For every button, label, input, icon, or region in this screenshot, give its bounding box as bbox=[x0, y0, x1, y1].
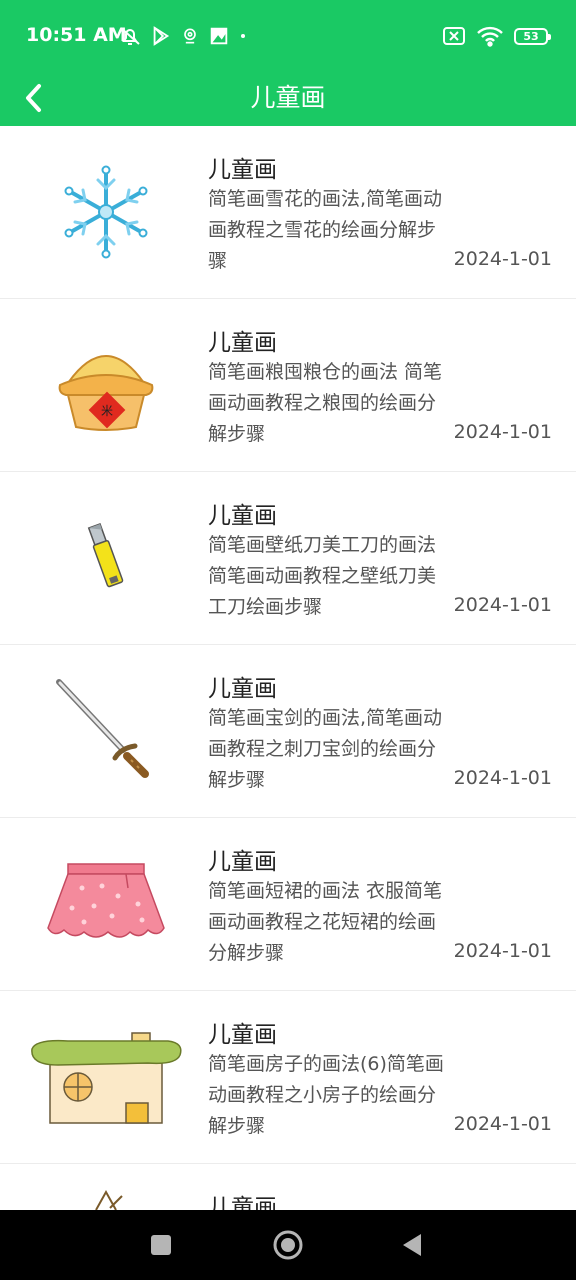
list-item[interactable]: 儿童画 简笔画雪花的画法,简笔画动画教程之雪花的绘画分解步骤 2024-1-01 bbox=[0, 126, 576, 299]
item-title: 儿童画 bbox=[208, 157, 277, 183]
battery-icon: 53 bbox=[514, 27, 551, 45]
list-item[interactable]: 儿童画 简笔画房子的画法(6)简笔画动画教程之小房子的绘画分解步骤 2024-1… bbox=[0, 991, 576, 1164]
item-title: 儿童画 bbox=[208, 503, 277, 529]
list-item[interactable]: 儿童画 简笔画宝剑的画法,简笔画动画教程之刺刀宝剑的绘画分解步骤 2024-1-… bbox=[0, 645, 576, 818]
list-item[interactable]: 儿童画 简笔画壁纸刀美工刀的画法 简笔画动画教程之壁纸刀美工刀绘画步骤 2024… bbox=[0, 472, 576, 645]
list-item[interactable]: 儿童画 bbox=[0, 1164, 576, 1210]
wifi-icon bbox=[477, 26, 503, 47]
system-nav-bar bbox=[0, 1210, 576, 1280]
item-title: 儿童画 bbox=[208, 849, 277, 875]
item-title: 儿童画 bbox=[208, 330, 277, 356]
item-date: 2024-1-01 bbox=[453, 940, 552, 962]
item-description: 简笔画房子的画法(6)简笔画动画教程之小房子的绘画分解步骤 bbox=[208, 1053, 444, 1137]
item-date: 2024-1-01 bbox=[453, 248, 552, 270]
status-icons-left bbox=[118, 22, 248, 50]
article-list[interactable]: 儿童画 简笔画雪花的画法,简笔画动画教程之雪花的绘画分解步骤 2024-1-01… bbox=[0, 126, 576, 1210]
item-date: 2024-1-01 bbox=[453, 594, 552, 616]
mute-bell-icon bbox=[120, 27, 140, 45]
granary-image: 米 bbox=[28, 315, 184, 455]
list-item[interactable]: 米 儿童画 简笔画粮囤粮仓的画法 简笔画动画教程之粮囤的绘画分解步骤 2024-… bbox=[0, 299, 576, 472]
status-icons-right: 53 bbox=[442, 22, 551, 50]
home-button[interactable] bbox=[268, 1225, 308, 1265]
item-description: 简笔画壁纸刀美工刀的画法 简笔画动画教程之壁纸刀美工刀绘画步骤 bbox=[208, 534, 437, 618]
battery-level: 53 bbox=[523, 29, 539, 43]
status-bar: 10:51 AM 53 bbox=[0, 0, 576, 70]
page-title: 儿童画 bbox=[250, 83, 326, 112]
item-title: 儿童画 bbox=[208, 676, 277, 702]
status-time: 10:51 AM bbox=[26, 24, 127, 46]
item-date: 2024-1-01 bbox=[453, 1113, 552, 1135]
list-item[interactable]: 儿童画 简笔画短裙的画法 衣服简笔画动画教程之花短裙的绘画分解步骤 2024-1… bbox=[0, 818, 576, 991]
item-date: 2024-1-01 bbox=[453, 767, 552, 789]
item-description: 简笔画宝剑的画法,简笔画动画教程之刺刀宝剑的绘画分解步骤 bbox=[208, 707, 443, 791]
item-description: 简笔画雪花的画法,简笔画动画教程之雪花的绘画分解步骤 bbox=[208, 188, 443, 272]
item-date: 2024-1-01 bbox=[453, 421, 552, 443]
svg-text:米: 米 bbox=[101, 404, 113, 418]
back-nav-button[interactable] bbox=[392, 1225, 432, 1265]
play-store-icon bbox=[153, 26, 170, 46]
item-description: 简笔画短裙的画法 衣服简笔画动画教程之花短裙的绘画分解步骤 bbox=[208, 880, 443, 964]
snowflake-image bbox=[28, 142, 184, 282]
recents-button[interactable] bbox=[141, 1225, 181, 1265]
home-circle-icon bbox=[273, 1230, 303, 1260]
utility-knife-image bbox=[28, 488, 184, 628]
partial-image bbox=[28, 1180, 184, 1210]
recents-square-icon bbox=[151, 1235, 171, 1255]
item-title: 儿童画 bbox=[208, 1022, 277, 1048]
house-image bbox=[28, 1007, 184, 1147]
skirt-image bbox=[28, 834, 184, 974]
item-title: 儿童画 bbox=[208, 1195, 277, 1210]
sim-off-icon bbox=[443, 27, 465, 45]
sword-image bbox=[28, 661, 184, 801]
location-pin-icon bbox=[184, 28, 196, 44]
back-triangle-icon bbox=[403, 1234, 421, 1256]
photo-icon bbox=[210, 27, 228, 45]
app-bar: 儿童画 bbox=[0, 70, 576, 126]
item-description: 简笔画粮囤粮仓的画法 简笔画动画教程之粮囤的绘画分解步骤 bbox=[208, 361, 443, 445]
dot-icon bbox=[241, 34, 245, 38]
